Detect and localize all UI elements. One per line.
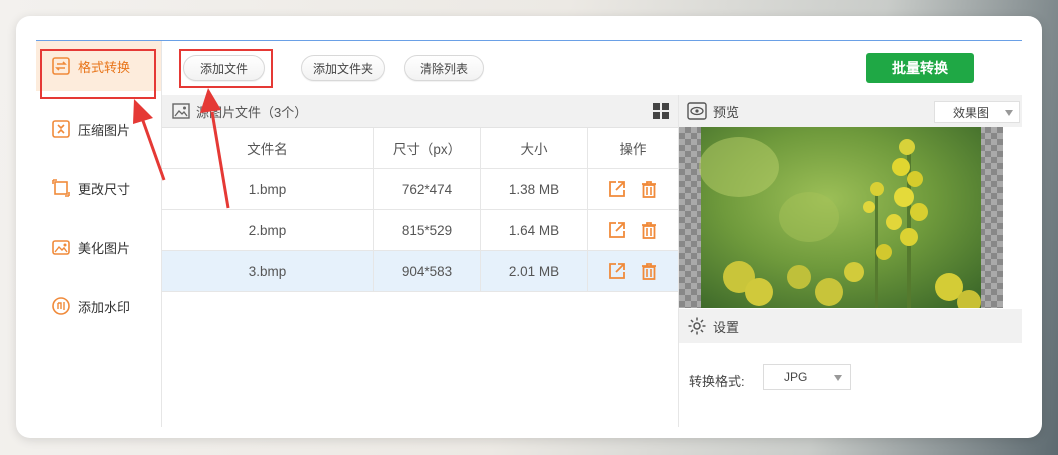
add-file-button[interactable]: 添加文件 — [183, 55, 265, 81]
file-size: 1.64 MB — [481, 210, 588, 250]
table-row-selected[interactable]: 3.bmp 904*583 2.01 MB — [162, 251, 678, 292]
row-actions — [588, 210, 678, 250]
sidebar-item-label: 更改尺寸 — [78, 181, 131, 197]
window-frame: 格式转换 压缩图片 更改尺寸 美化图片 添加水印 添加文件 添加文件夹 清除列表… — [16, 16, 1042, 438]
file-panel-title: 源图片文件（3个） — [196, 104, 308, 120]
column-header-filename: 文件名 — [162, 128, 374, 168]
table-row[interactable]: 2.bmp 815*529 1.64 MB — [162, 210, 678, 251]
row-actions — [588, 169, 678, 209]
sidebar-item-label: 格式转换 — [78, 59, 131, 75]
preview-image — [679, 127, 1003, 308]
chevron-down-icon — [1005, 110, 1013, 116]
column-header-filesize: 大小 — [481, 128, 588, 168]
sidebar-item-resize[interactable]: 更改尺寸 — [36, 163, 161, 213]
sidebar-item-watermark[interactable]: 添加水印 — [36, 281, 161, 331]
file-size: 2.01 MB — [481, 251, 588, 291]
batch-convert-button[interactable]: 批量转换 — [866, 53, 974, 83]
convert-icon — [52, 57, 70, 75]
delete-icon[interactable] — [639, 220, 659, 240]
add-folder-button[interactable]: 添加文件夹 — [301, 55, 385, 81]
preview-title: 预览 — [713, 104, 740, 120]
file-list-panel: 源图片文件（3个） 文件名 尺寸（px） 大小 操作 1.bmp 762*474… — [162, 95, 679, 427]
sidebar-item-beautify[interactable]: 美化图片 — [36, 222, 161, 272]
app-window: 格式转换 压缩图片 更改尺寸 美化图片 添加水印 添加文件 添加文件夹 清除列表… — [36, 40, 1022, 427]
toolbar: 添加文件 添加文件夹 清除列表 批量转换 — [162, 41, 1022, 95]
file-name: 2.bmp — [162, 210, 374, 250]
format-select[interactable]: JPG — [763, 364, 851, 390]
delete-icon[interactable] — [639, 261, 659, 281]
beautify-icon — [52, 238, 70, 256]
preview-header: 预览 效果图 — [679, 95, 1022, 127]
compress-icon — [52, 120, 70, 138]
sidebar: 格式转换 压缩图片 更改尺寸 美化图片 添加水印 — [36, 41, 162, 427]
preview-mode-select[interactable]: 效果图 — [934, 101, 1020, 123]
chevron-down-icon — [834, 375, 842, 381]
column-header-actions: 操作 — [619, 142, 647, 157]
file-dimensions: 904*583 — [374, 251, 481, 291]
settings-title: 设置 — [713, 319, 740, 335]
column-header-dimensions: 尺寸（px） — [374, 128, 481, 168]
image-icon — [172, 103, 190, 119]
table-row[interactable]: 1.bmp 762*474 1.38 MB — [162, 169, 678, 210]
table-header: 文件名 尺寸（px） 大小 操作 — [162, 128, 678, 169]
row-actions — [588, 251, 678, 291]
file-name: 1.bmp — [162, 169, 374, 209]
clear-list-button[interactable]: 清除列表 — [404, 55, 484, 81]
settings-header: 设置 — [679, 309, 1022, 343]
sidebar-item-label: 压缩图片 — [78, 122, 131, 138]
file-panel-header: 源图片文件（3个） — [162, 95, 678, 128]
format-label: 转换格式: — [689, 374, 745, 389]
file-name: 3.bmp — [162, 251, 374, 291]
sidebar-item-format-convert[interactable]: 格式转换 — [36, 41, 161, 91]
resize-icon — [52, 179, 70, 197]
file-dimensions: 815*529 — [374, 210, 481, 250]
format-value: JPG — [784, 370, 808, 384]
sidebar-item-label: 添加水印 — [78, 299, 131, 315]
preview-mode-value: 效果图 — [953, 105, 990, 120]
open-external-icon[interactable] — [607, 179, 627, 199]
gear-icon — [688, 317, 706, 335]
file-dimensions: 762*474 — [374, 169, 481, 209]
sidebar-item-compress[interactable]: 压缩图片 — [36, 104, 161, 154]
watermark-icon — [52, 297, 70, 315]
open-external-icon[interactable] — [607, 261, 627, 281]
open-external-icon[interactable] — [607, 220, 627, 240]
preview-panel: 预览 效果图 设置 转换格式: JPG — [679, 95, 1022, 427]
file-size: 1.38 MB — [481, 169, 588, 209]
preview-eye-icon — [687, 102, 707, 120]
grid-view-icon[interactable] — [652, 102, 670, 120]
delete-icon[interactable] — [639, 179, 659, 199]
sidebar-item-label: 美化图片 — [78, 240, 131, 256]
